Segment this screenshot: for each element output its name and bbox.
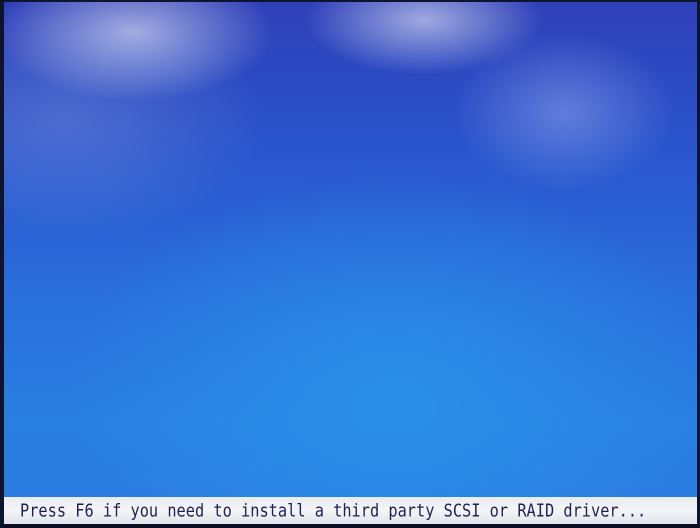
setup-status-bar: Press F6 if you need to install a third … [4,497,697,524]
monitor-bezel [0,524,700,528]
status-message: Press F6 if you need to install a third … [20,500,647,521]
monitor-photo: Press F6 if you need to install a third … [0,0,700,528]
setup-blue-screen [4,2,697,497]
